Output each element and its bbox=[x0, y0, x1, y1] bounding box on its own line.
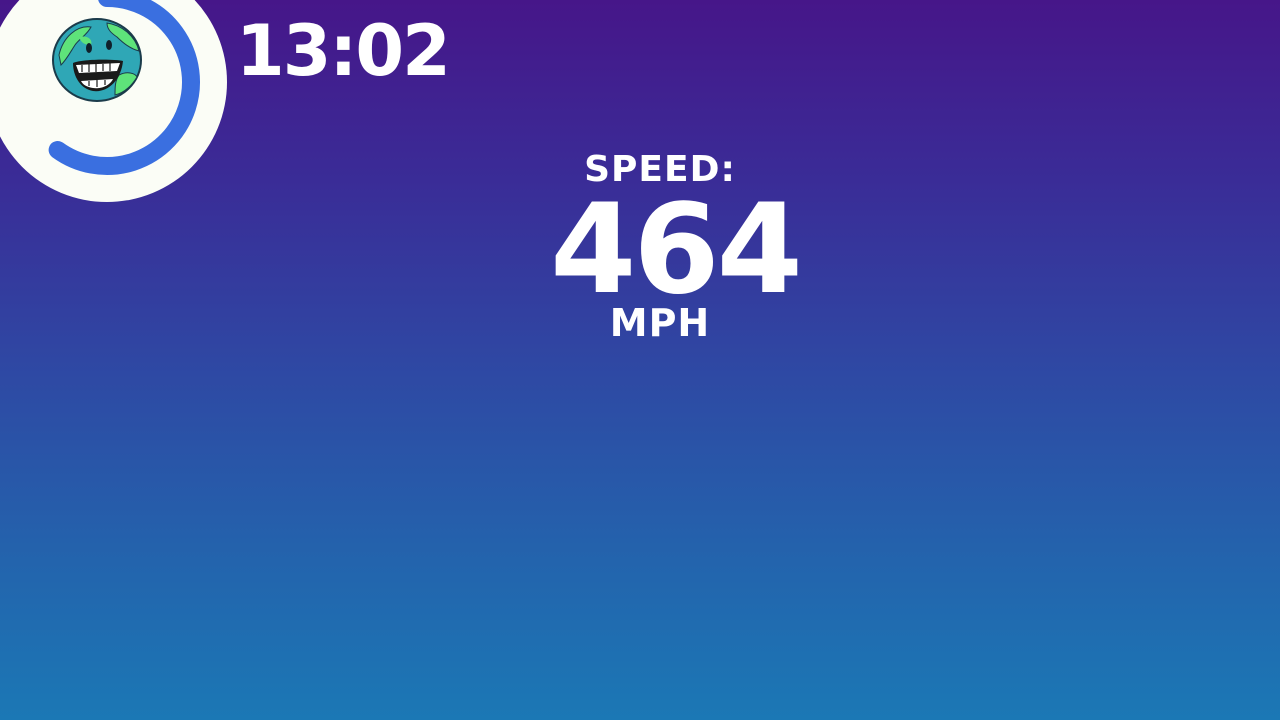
speed-unit: MPH bbox=[609, 301, 711, 345]
earth-mascot-icon bbox=[52, 18, 142, 102]
clock-display: 13:02 bbox=[236, 10, 451, 92]
hud-badge bbox=[0, 0, 227, 202]
speed-value: 464 bbox=[550, 178, 803, 322]
